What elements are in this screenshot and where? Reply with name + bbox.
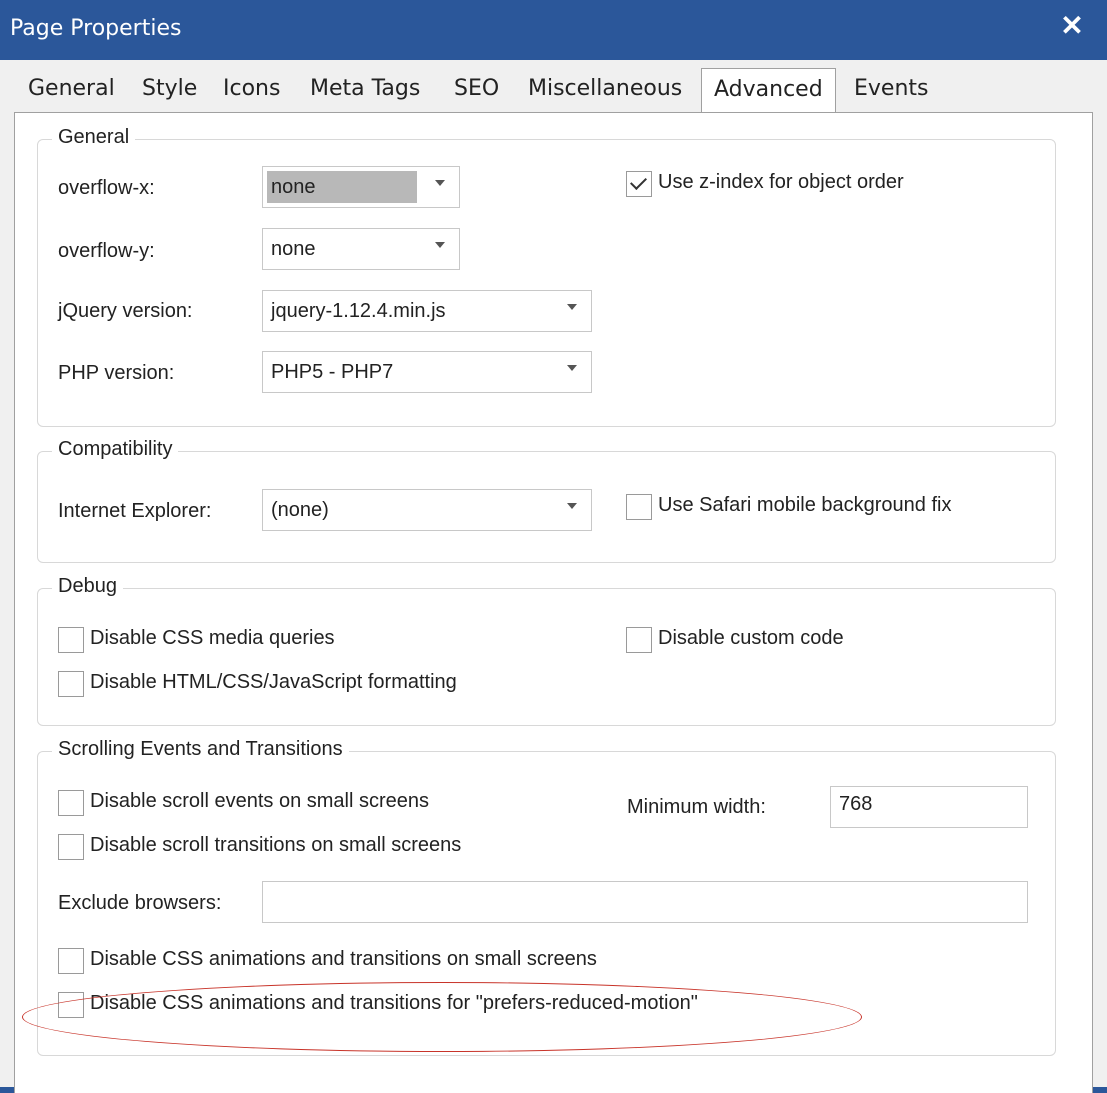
safari-fix-label: Use Safari mobile background fix (658, 494, 952, 516)
overflow-y-label: overflow-y: (58, 240, 155, 262)
title-bar: Page Properties ✕ (0, 0, 1107, 60)
advanced-panel: General overflow-x: none overflow-y: non… (14, 112, 1093, 1093)
disable-css-anim-small-label: Disable CSS animations and transitions o… (90, 948, 597, 970)
checkbox-checked-icon (626, 171, 652, 197)
disable-formatting-label: Disable HTML/CSS/JavaScript formatting (90, 671, 457, 693)
disable-css-anim-reduced-motion-checkbox[interactable]: Disable CSS animations and transitions f… (58, 992, 818, 1020)
minimum-width-label: Minimum width: (627, 796, 766, 818)
tab-meta-tags[interactable]: Meta Tags (306, 76, 424, 101)
disable-css-anim-reduced-motion-label: Disable CSS animations and transitions f… (90, 992, 698, 1014)
disable-scroll-events-label: Disable scroll events on small screens (90, 790, 430, 812)
tab-miscellaneous[interactable]: Miscellaneous (524, 76, 686, 101)
internet-explorer-select[interactable]: (none) (262, 489, 592, 531)
php-version-value: PHP5 - PHP7 (271, 361, 394, 383)
safari-fix-checkbox[interactable]: Use Safari mobile background fix (626, 494, 1046, 522)
tab-general[interactable]: General (24, 76, 119, 101)
disable-scroll-transitions-checkbox[interactable]: Disable scroll transitions on small scre… (58, 834, 578, 862)
scrolling-group: Scrolling Events and Transitions Disable… (37, 738, 1056, 1056)
checkbox-icon (58, 992, 84, 1018)
close-icon[interactable]: ✕ (1057, 8, 1087, 44)
overflow-y-select[interactable]: none (262, 228, 460, 270)
chevron-down-icon (435, 180, 445, 186)
overflow-y-value: none (271, 238, 316, 260)
minimum-width-input[interactable]: 768 (830, 786, 1028, 828)
tab-style[interactable]: Style (138, 76, 201, 101)
jquery-version-value: jquery-1.12.4.min.js (271, 300, 446, 322)
jquery-version-label: jQuery version: (58, 300, 193, 322)
checkbox-icon (626, 627, 652, 653)
checkbox-icon (58, 790, 84, 816)
tab-seo[interactable]: SEO (450, 76, 503, 101)
chevron-down-icon (567, 304, 577, 310)
checkbox-icon (58, 627, 84, 653)
debug-group: Debug Disable CSS media queries Disable … (37, 575, 1056, 726)
checkbox-icon (626, 494, 652, 520)
use-zindex-label: Use z-index for object order (658, 171, 904, 193)
jquery-version-select[interactable]: jquery-1.12.4.min.js (262, 290, 592, 332)
tab-icons[interactable]: Icons (219, 76, 284, 101)
php-version-label: PHP version: (58, 362, 175, 384)
disable-css-anim-small-checkbox[interactable]: Disable CSS animations and transitions o… (58, 948, 718, 976)
checkbox-icon (58, 834, 84, 860)
general-group: General overflow-x: none overflow-y: non… (37, 126, 1056, 427)
php-version-select[interactable]: PHP5 - PHP7 (262, 351, 592, 393)
checkbox-icon (58, 948, 84, 974)
compatibility-group: Compatibility Internet Explorer: (none) … (37, 438, 1056, 563)
internet-explorer-value: (none) (271, 499, 329, 521)
general-legend: General (52, 126, 136, 149)
internet-explorer-label: Internet Explorer: (58, 500, 212, 522)
chevron-down-icon (435, 242, 445, 248)
chevron-down-icon (567, 365, 577, 371)
overflow-x-value: none (271, 176, 316, 198)
minimum-width-value: 768 (839, 793, 873, 815)
tab-advanced[interactable]: Advanced (701, 68, 836, 112)
disable-custom-code-checkbox[interactable]: Disable custom code (626, 627, 926, 655)
disable-media-queries-label: Disable CSS media queries (90, 627, 335, 649)
disable-custom-code-label: Disable custom code (658, 627, 844, 649)
use-zindex-checkbox[interactable]: Use z-index for object order (626, 171, 1026, 199)
tab-events[interactable]: Events (850, 76, 933, 101)
dialog-title: Page Properties (10, 16, 182, 41)
dialog-body: General Style Icons Meta Tags SEO Miscel… (0, 60, 1107, 1093)
compatibility-legend: Compatibility (52, 438, 179, 461)
exclude-browsers-input[interactable] (262, 881, 1028, 923)
scrolling-legend: Scrolling Events and Transitions (52, 738, 349, 761)
overflow-x-select[interactable]: none (262, 166, 460, 208)
debug-legend: Debug (52, 575, 123, 598)
tab-strip: General Style Icons Meta Tags SEO Miscel… (0, 68, 1107, 112)
page-properties-dialog: Page Properties ✕ General Style Icons Me… (0, 0, 1107, 1093)
disable-scroll-events-checkbox[interactable]: Disable scroll events on small screens (58, 790, 538, 818)
disable-scroll-transitions-label: Disable scroll transitions on small scre… (90, 834, 462, 856)
chevron-down-icon (567, 503, 577, 509)
disable-media-queries-checkbox[interactable]: Disable CSS media queries (58, 627, 458, 655)
exclude-browsers-label: Exclude browsers: (58, 892, 222, 914)
overflow-x-label: overflow-x: (58, 177, 155, 199)
checkbox-icon (58, 671, 84, 697)
disable-formatting-checkbox[interactable]: Disable HTML/CSS/JavaScript formatting (58, 671, 558, 699)
